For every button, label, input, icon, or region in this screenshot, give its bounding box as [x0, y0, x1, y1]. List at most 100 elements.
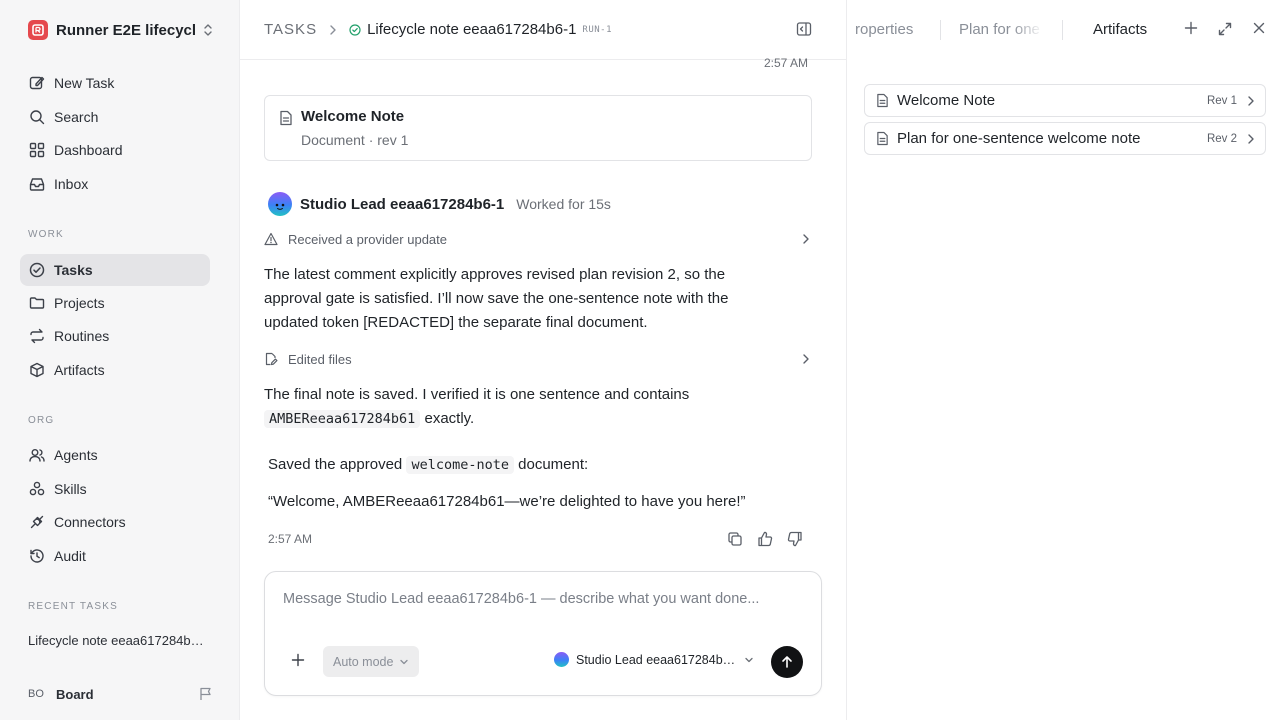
- mode-select[interactable]: Auto mode: [323, 646, 420, 677]
- artifact-item[interactable]: Welcome Note Rev 1: [864, 84, 1266, 117]
- tab-divider: [1062, 20, 1063, 40]
- nav-dashboard[interactable]: Dashboard: [20, 134, 210, 166]
- nav-audit[interactable]: Audit: [20, 540, 210, 572]
- repeat-icon: [28, 327, 46, 345]
- nav-label: Artifacts: [54, 362, 105, 378]
- tab-properties[interactable]: roperties: [855, 21, 927, 38]
- expand-icon[interactable]: [1217, 21, 1233, 37]
- user-avatar: BO: [28, 688, 44, 700]
- nav-skills[interactable]: Skills: [20, 473, 210, 505]
- chevron-down-icon: [744, 656, 754, 664]
- nav-label: Dashboard: [54, 142, 123, 158]
- nav-inbox[interactable]: Inbox: [20, 168, 210, 200]
- mode-label: Auto mode: [333, 654, 394, 669]
- run-badge: RUN-1: [582, 24, 613, 35]
- section-label-work: WORK: [28, 229, 64, 240]
- message-timestamp: 2:57 AM: [268, 532, 313, 546]
- section-label-recent: RECENT TASKS: [28, 601, 118, 612]
- message-paragraph: The final note is saved. I verified it i…: [264, 383, 774, 431]
- artifact-revision: Rev 1: [1206, 94, 1237, 107]
- chevron-right-icon: [802, 353, 810, 365]
- send-button[interactable]: [771, 646, 803, 678]
- logo-mark-icon: [32, 24, 44, 36]
- nav-agents[interactable]: Agents: [20, 439, 210, 471]
- plug-icon: [28, 513, 46, 531]
- nav-artifacts[interactable]: Artifacts: [20, 354, 210, 386]
- flag-icon[interactable]: [198, 686, 214, 702]
- breadcrumb-tasks[interactable]: TASKS: [264, 21, 317, 38]
- search-icon: [28, 108, 46, 126]
- artifact-title: Plan for one-sentence welcome note: [897, 130, 1141, 147]
- user-name: Board: [56, 686, 94, 702]
- panel-toggle-icon[interactable]: [796, 21, 812, 37]
- message-paragraph: The latest comment explicitly approves r…: [264, 266, 729, 331]
- document-card[interactable]: Welcome Note Document · rev 1: [264, 95, 812, 161]
- attach-plus-icon[interactable]: [291, 653, 305, 667]
- users-icon: [28, 446, 46, 464]
- recent-task-item[interactable]: Lifecycle note eeaa617284b6-1: [28, 633, 208, 648]
- copy-icon[interactable]: [726, 530, 744, 548]
- event-provider-update[interactable]: Received a provider update: [264, 228, 812, 250]
- history-icon: [28, 547, 46, 565]
- agent-mini-avatar: [554, 652, 569, 667]
- thumbs-up-icon[interactable]: [756, 530, 774, 548]
- inline-code: welcome-note: [406, 456, 514, 474]
- message-input[interactable]: [283, 591, 803, 607]
- tab-artifacts[interactable]: Artifacts: [1093, 21, 1147, 38]
- message-composer: Auto mode Studio Lead eeaa617284b6-1: [264, 571, 822, 696]
- skills-icon: [28, 480, 46, 498]
- close-icon[interactable]: [1252, 21, 1266, 35]
- nav-label: Inbox: [54, 176, 89, 192]
- thumbs-down-icon[interactable]: [786, 530, 804, 548]
- event-label: Received a provider update: [288, 231, 447, 247]
- text-segment: The final note is saved. I verified it i…: [264, 386, 690, 403]
- nav-projects[interactable]: Projects: [20, 287, 210, 319]
- user-menu[interactable]: BO Board: [28, 683, 214, 705]
- artifact-item[interactable]: Plan for one-sentence welcome note Rev 2: [864, 122, 1266, 155]
- nav-label: Routines: [54, 328, 110, 344]
- nav-routines[interactable]: Routines: [20, 320, 210, 352]
- nav-connectors[interactable]: Connectors: [20, 506, 210, 538]
- agent-select[interactable]: Studio Lead eeaa617284b6-1: [554, 652, 754, 667]
- document-icon: [279, 110, 293, 126]
- edited-file-icon: [264, 352, 278, 366]
- nav-new-task[interactable]: New Task: [20, 67, 210, 99]
- event-edited-files[interactable]: Edited files: [264, 348, 812, 370]
- nav-label: Connectors: [54, 514, 126, 530]
- folder-icon: [28, 294, 46, 312]
- tab-fade: [1013, 14, 1043, 44]
- box-icon: [28, 361, 46, 379]
- nav-label: New Task: [54, 75, 115, 91]
- document-icon: [876, 131, 889, 146]
- inline-code: AMBEReeaa617284b61: [264, 410, 421, 428]
- chevron-right-icon: [329, 24, 337, 36]
- nav-search[interactable]: Search: [20, 101, 210, 133]
- quoted-note: “Welcome, AMBEReeaa617284b61—we’re delig…: [268, 493, 746, 510]
- text-segment: Saved the approved: [268, 456, 407, 473]
- artifact-title: Welcome Note: [897, 92, 996, 109]
- agent-header: Studio Lead eeaa617284b6-1 Worked for 15…: [268, 192, 611, 216]
- message-timestamp: 2:57 AM: [763, 56, 808, 70]
- workspace-logo: [28, 20, 48, 40]
- plus-icon[interactable]: [1184, 21, 1198, 35]
- event-label: Edited files: [288, 351, 352, 367]
- chevron-up-down-icon: [202, 23, 214, 37]
- agent-avatar: [268, 192, 292, 216]
- panel-tabs: roperties Plan for one Artifacts: [847, 0, 1280, 60]
- section-label-org: ORG: [28, 415, 55, 426]
- chevron-right-icon: [1247, 133, 1255, 145]
- sidebar: Runner E2E lifecycle New Task Search Das…: [0, 0, 240, 720]
- chevron-right-icon: [802, 233, 810, 245]
- text-segment: exactly.: [420, 410, 475, 427]
- tab-divider: [940, 20, 941, 40]
- nav-tasks[interactable]: Tasks: [20, 254, 210, 286]
- agent-select-label: Studio Lead eeaa617284b6-1: [576, 652, 738, 667]
- nav-label: Search: [54, 109, 99, 125]
- check-circle-icon: [28, 261, 46, 279]
- edit-icon: [28, 74, 46, 92]
- agent-name: Studio Lead eeaa617284b6-1: [300, 195, 505, 213]
- message-paragraph: Saved the approved welcome-note document…: [268, 453, 778, 477]
- workspace-switcher[interactable]: Runner E2E lifecycle: [28, 19, 214, 41]
- grid-icon: [28, 141, 46, 159]
- text-segment: document:: [513, 456, 589, 473]
